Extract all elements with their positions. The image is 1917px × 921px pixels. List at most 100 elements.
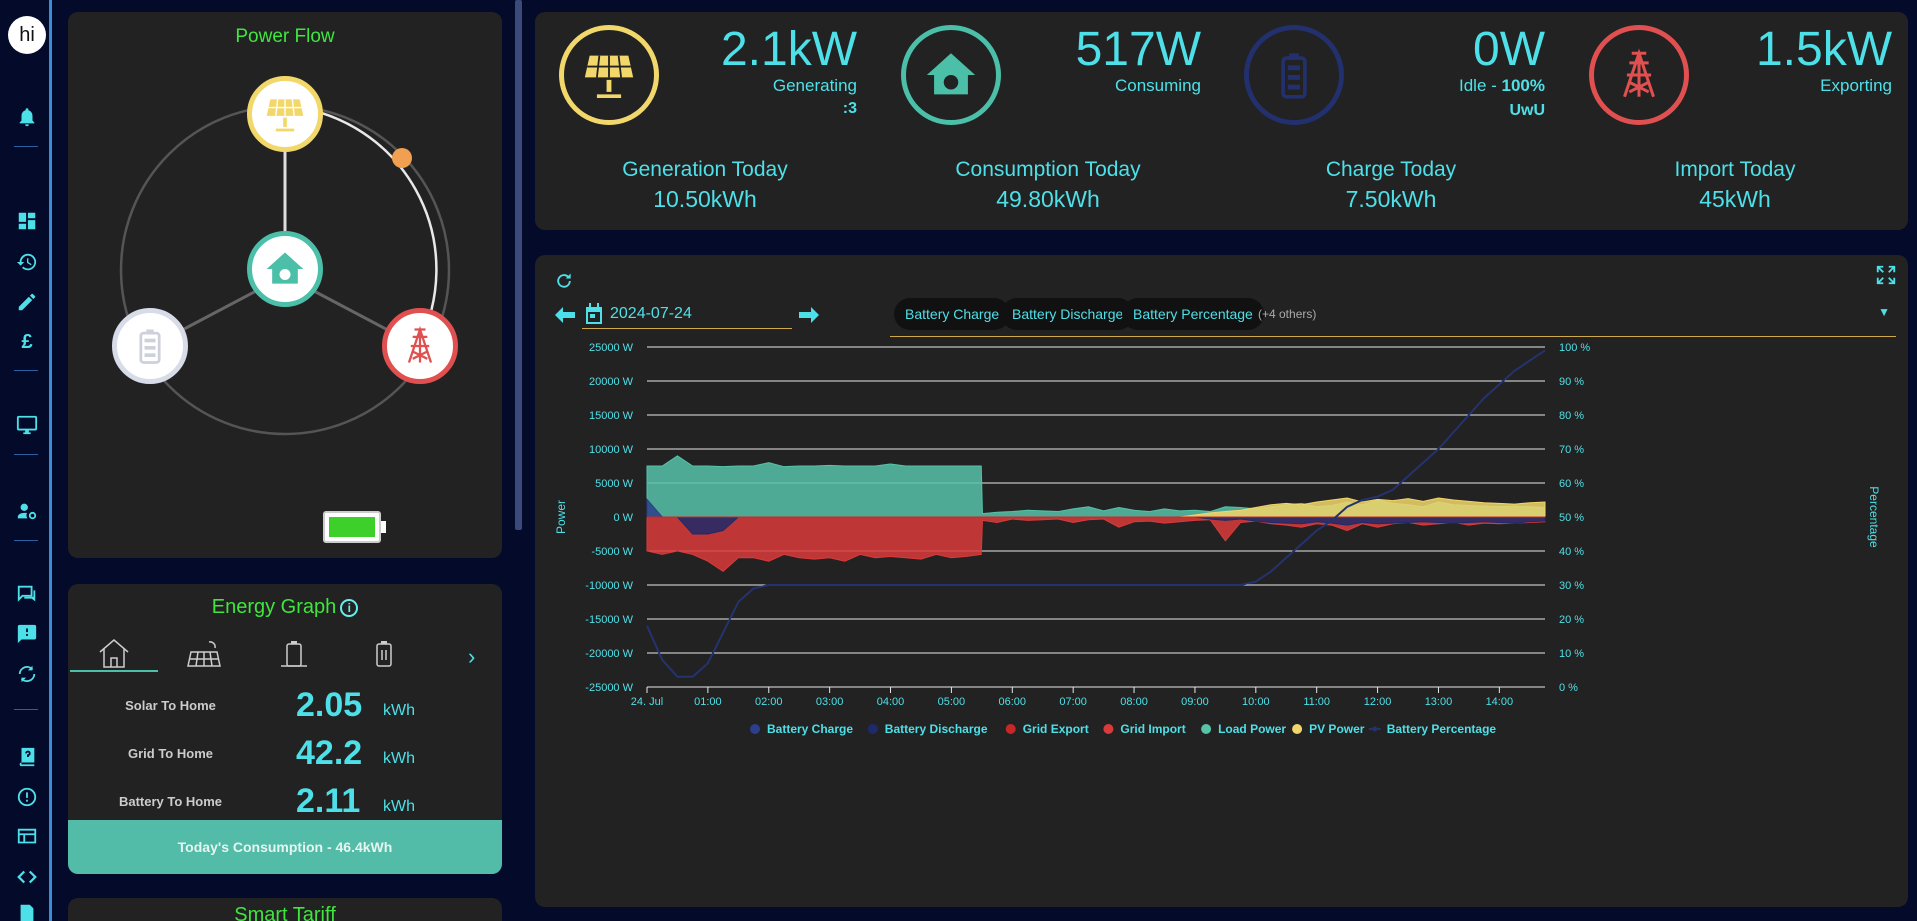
legend-label: Grid Import bbox=[1120, 722, 1185, 736]
chip-battery-discharge[interactable]: Battery Discharge bbox=[1001, 298, 1135, 330]
dropdown-arrow-icon[interactable]: ▼ bbox=[1878, 305, 1890, 319]
x-tick-label: 13:00 bbox=[1425, 696, 1453, 708]
x-tick-label: 12:00 bbox=[1364, 696, 1392, 708]
x-tick-label: 06:00 bbox=[999, 696, 1027, 708]
arrow-left-icon[interactable] bbox=[555, 307, 575, 323]
y2-tick-label: 30 % bbox=[1559, 580, 1584, 592]
generating-sub: :3 bbox=[842, 100, 857, 117]
expand-icon[interactable] bbox=[1875, 264, 1897, 286]
battery-charge-icon bbox=[281, 641, 307, 667]
arrow-right-icon[interactable] bbox=[799, 307, 819, 323]
generating-value: 2.1kW bbox=[720, 23, 857, 76]
home-stat-circle bbox=[901, 25, 1001, 125]
tab-home[interactable] bbox=[70, 636, 158, 672]
power-chart[interactable]: 25000 W 100 % 20000 W 90 % 15000 W 80 % 10000 … bbox=[535, 255, 1908, 907]
pound-icon[interactable]: £ bbox=[16, 331, 38, 353]
scrollbar[interactable] bbox=[515, 0, 522, 530]
legend-label: PV Power bbox=[1309, 722, 1365, 736]
x-tick-label: 02:00 bbox=[755, 696, 783, 708]
x-tick-label: 09:00 bbox=[1181, 696, 1209, 708]
battery-icon bbox=[376, 641, 392, 667]
sidebar-separator bbox=[14, 540, 38, 541]
chart-card: 25000 W 100 % 20000 W 90 % 15000 W 80 % 10000 … bbox=[535, 255, 1908, 907]
info-icon[interactable]: i bbox=[340, 598, 359, 617]
import-today: Import Today 45kWh bbox=[1674, 158, 1796, 212]
sidebar-separator bbox=[14, 370, 38, 371]
code-icon[interactable] bbox=[16, 866, 38, 888]
chat-icon[interactable] bbox=[16, 583, 38, 605]
y-tick-label: 15000 W bbox=[589, 410, 634, 422]
consumption-today: Consumption Today 49.80kWh bbox=[955, 158, 1141, 212]
generation-today: Generation Today 10.50kWh bbox=[622, 158, 788, 212]
edit-icon[interactable] bbox=[16, 291, 38, 313]
user-avatar[interactable]: hi bbox=[8, 16, 46, 54]
tab-solar[interactable] bbox=[160, 636, 248, 672]
y2-tick-label: 90 % bbox=[1559, 376, 1584, 388]
history-icon[interactable] bbox=[16, 251, 38, 273]
x-tick-label: 04:00 bbox=[877, 696, 905, 708]
energy-row: Grid To Home 42.2 kWh bbox=[128, 734, 415, 772]
legend-label: Load Power bbox=[1218, 722, 1286, 736]
consuming-value: 517W bbox=[1075, 23, 1201, 76]
chevron-right-icon[interactable]: › bbox=[468, 644, 475, 670]
series-select[interactable]: Battery Charge Battery Discharge Battery… bbox=[890, 295, 1896, 337]
y2-tick-label: 50 % bbox=[1559, 512, 1584, 524]
tab-battery[interactable] bbox=[340, 636, 428, 672]
battery-node[interactable] bbox=[112, 308, 188, 384]
y-tick-label: 10000 W bbox=[589, 444, 634, 456]
date-value: 2024-07-24 bbox=[610, 305, 692, 322]
series-grid-import bbox=[646, 516, 1546, 573]
battery-value: 0W bbox=[1473, 23, 1545, 76]
exporting-label: Exporting bbox=[1820, 76, 1892, 95]
solar-panels-icon bbox=[187, 641, 221, 667]
solar-node[interactable] bbox=[247, 76, 323, 152]
tab-battery-charge[interactable] bbox=[250, 636, 338, 672]
y2-axis-label: Percentage bbox=[1867, 486, 1881, 548]
grid-tower-icon bbox=[1623, 48, 1655, 98]
x-tick-label: 24. Jul bbox=[631, 696, 663, 708]
generating-label: Generating bbox=[772, 76, 857, 95]
consuming-label: Consuming bbox=[1115, 76, 1201, 95]
y-tick-label: 20000 W bbox=[589, 376, 634, 388]
chip-battery-percentage[interactable]: Battery Percentage bbox=[1122, 298, 1264, 330]
solar-panel-icon bbox=[584, 55, 634, 98]
y-tick-label: 25000 W bbox=[589, 342, 634, 354]
grid-node[interactable] bbox=[382, 308, 458, 384]
feedback-icon[interactable] bbox=[16, 623, 38, 645]
solar-stat-circle bbox=[559, 25, 659, 125]
legend-marker bbox=[1372, 726, 1378, 732]
export-icon[interactable] bbox=[16, 902, 38, 921]
calendar-icon bbox=[586, 303, 602, 324]
table-edit-icon[interactable] bbox=[16, 826, 38, 848]
legend-label: Battery Discharge bbox=[885, 722, 988, 736]
sync-icon[interactable] bbox=[16, 663, 38, 685]
sidebar-separator bbox=[14, 709, 38, 710]
charge-today: Charge Today 7.50kWh bbox=[1325, 158, 1457, 212]
y-tick-label: 0 W bbox=[613, 512, 633, 524]
monitor-icon[interactable] bbox=[16, 414, 38, 436]
y-tick-label: 5000 W bbox=[595, 478, 634, 490]
alert-icon[interactable] bbox=[16, 786, 38, 808]
x-tick-label: 03:00 bbox=[816, 696, 844, 708]
energy-graph-title: Energy Graph i bbox=[68, 596, 502, 619]
sidebar: hi £ bbox=[0, 0, 52, 921]
y-tick-label: -5000 W bbox=[591, 546, 633, 558]
refresh-icon[interactable] bbox=[554, 271, 574, 291]
user-settings-icon[interactable] bbox=[16, 500, 38, 522]
help-book-icon[interactable] bbox=[16, 746, 38, 768]
y2-tick-label: 60 % bbox=[1559, 478, 1584, 490]
y2-tick-label: 0 % bbox=[1559, 682, 1578, 694]
grid-tower-icon bbox=[407, 325, 433, 363]
solar-panel-icon bbox=[266, 99, 304, 132]
x-tick-label: 10:00 bbox=[1242, 696, 1270, 708]
bell-icon[interactable] bbox=[16, 106, 38, 128]
power-flow-card: Power Flow bbox=[68, 12, 502, 558]
exporting-value: 1.5kW bbox=[1755, 23, 1892, 76]
y-tick-label: -25000 W bbox=[585, 682, 633, 694]
legend-label: Battery Charge bbox=[767, 722, 853, 736]
home-node[interactable] bbox=[247, 231, 323, 307]
date-picker[interactable]: 2024-07-24 bbox=[582, 301, 792, 329]
dashboard-icon[interactable] bbox=[16, 210, 38, 232]
chip-battery-charge[interactable]: Battery Charge bbox=[894, 298, 1011, 330]
home-icon bbox=[266, 252, 304, 284]
